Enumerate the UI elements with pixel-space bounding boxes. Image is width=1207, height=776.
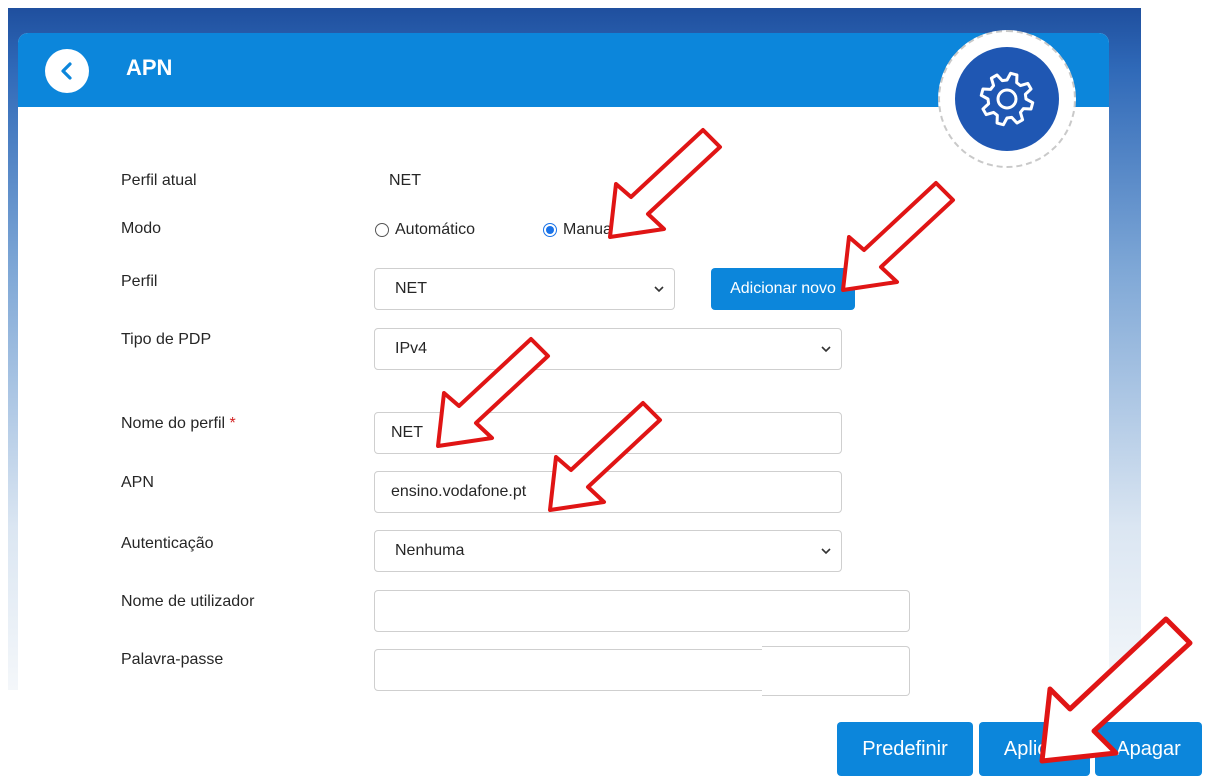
settings-badge [955, 47, 1059, 151]
authentication-label: Autenticação [121, 535, 214, 552]
authentication-select[interactable]: Nenhuma [374, 530, 842, 572]
profile-label: Perfil [121, 273, 158, 290]
chevron-down-icon [821, 548, 831, 555]
apn-input-value: ensino.vodafone.pt [391, 483, 527, 500]
profile-name-input-value: NET [391, 424, 423, 441]
page-title: APN [126, 55, 173, 80]
profile-name-label-text: Nome do perfil [121, 415, 226, 432]
chevron-down-icon [654, 286, 664, 293]
radio-checked-icon [543, 223, 557, 237]
required-marker: * [229, 415, 236, 432]
pdp-type-label: Tipo de PDP [121, 331, 212, 348]
mode-manual-radio[interactable]: Manual [543, 221, 615, 239]
apn-input[interactable]: ensino.vodafone.pt [374, 471, 842, 513]
password-input-edge [762, 646, 910, 696]
back-button[interactable] [45, 49, 89, 93]
current-profile-value: NET [389, 172, 421, 189]
input-extension-patch [762, 590, 910, 698]
profile-name-input[interactable]: NET [374, 412, 842, 454]
authentication-select-value: Nenhuma [395, 542, 465, 559]
username-label: Nome de utilizador [121, 593, 255, 610]
mode-automatic-radio[interactable]: Automático [375, 221, 475, 239]
delete-button[interactable]: Apagar [1095, 722, 1202, 776]
chevron-down-icon [821, 346, 831, 353]
apply-button[interactable]: Aplicar [979, 722, 1090, 776]
password-label: Palavra-passe [121, 651, 224, 668]
mode-label: Modo [121, 220, 162, 237]
pdp-type-select-value: IPv4 [395, 340, 428, 357]
apn-label: APN [121, 474, 154, 491]
add-new-button[interactable]: Adicionar novo [711, 268, 855, 310]
mode-manual-label: Manual [563, 221, 616, 238]
profile-select-value: NET [395, 280, 427, 297]
chevron-left-icon [61, 62, 72, 80]
username-input-edge [762, 590, 910, 632]
profile-name-label: Nome do perfil * [121, 415, 236, 433]
profile-select[interactable]: NET [374, 268, 675, 310]
mode-automatic-label: Automático [395, 221, 476, 238]
gear-icon [979, 71, 1035, 127]
radio-unchecked-icon [375, 223, 389, 237]
current-profile-label: Perfil atual [121, 172, 197, 189]
reset-button[interactable]: Predefinir [837, 722, 973, 776]
pdp-type-select[interactable]: IPv4 [374, 328, 842, 370]
